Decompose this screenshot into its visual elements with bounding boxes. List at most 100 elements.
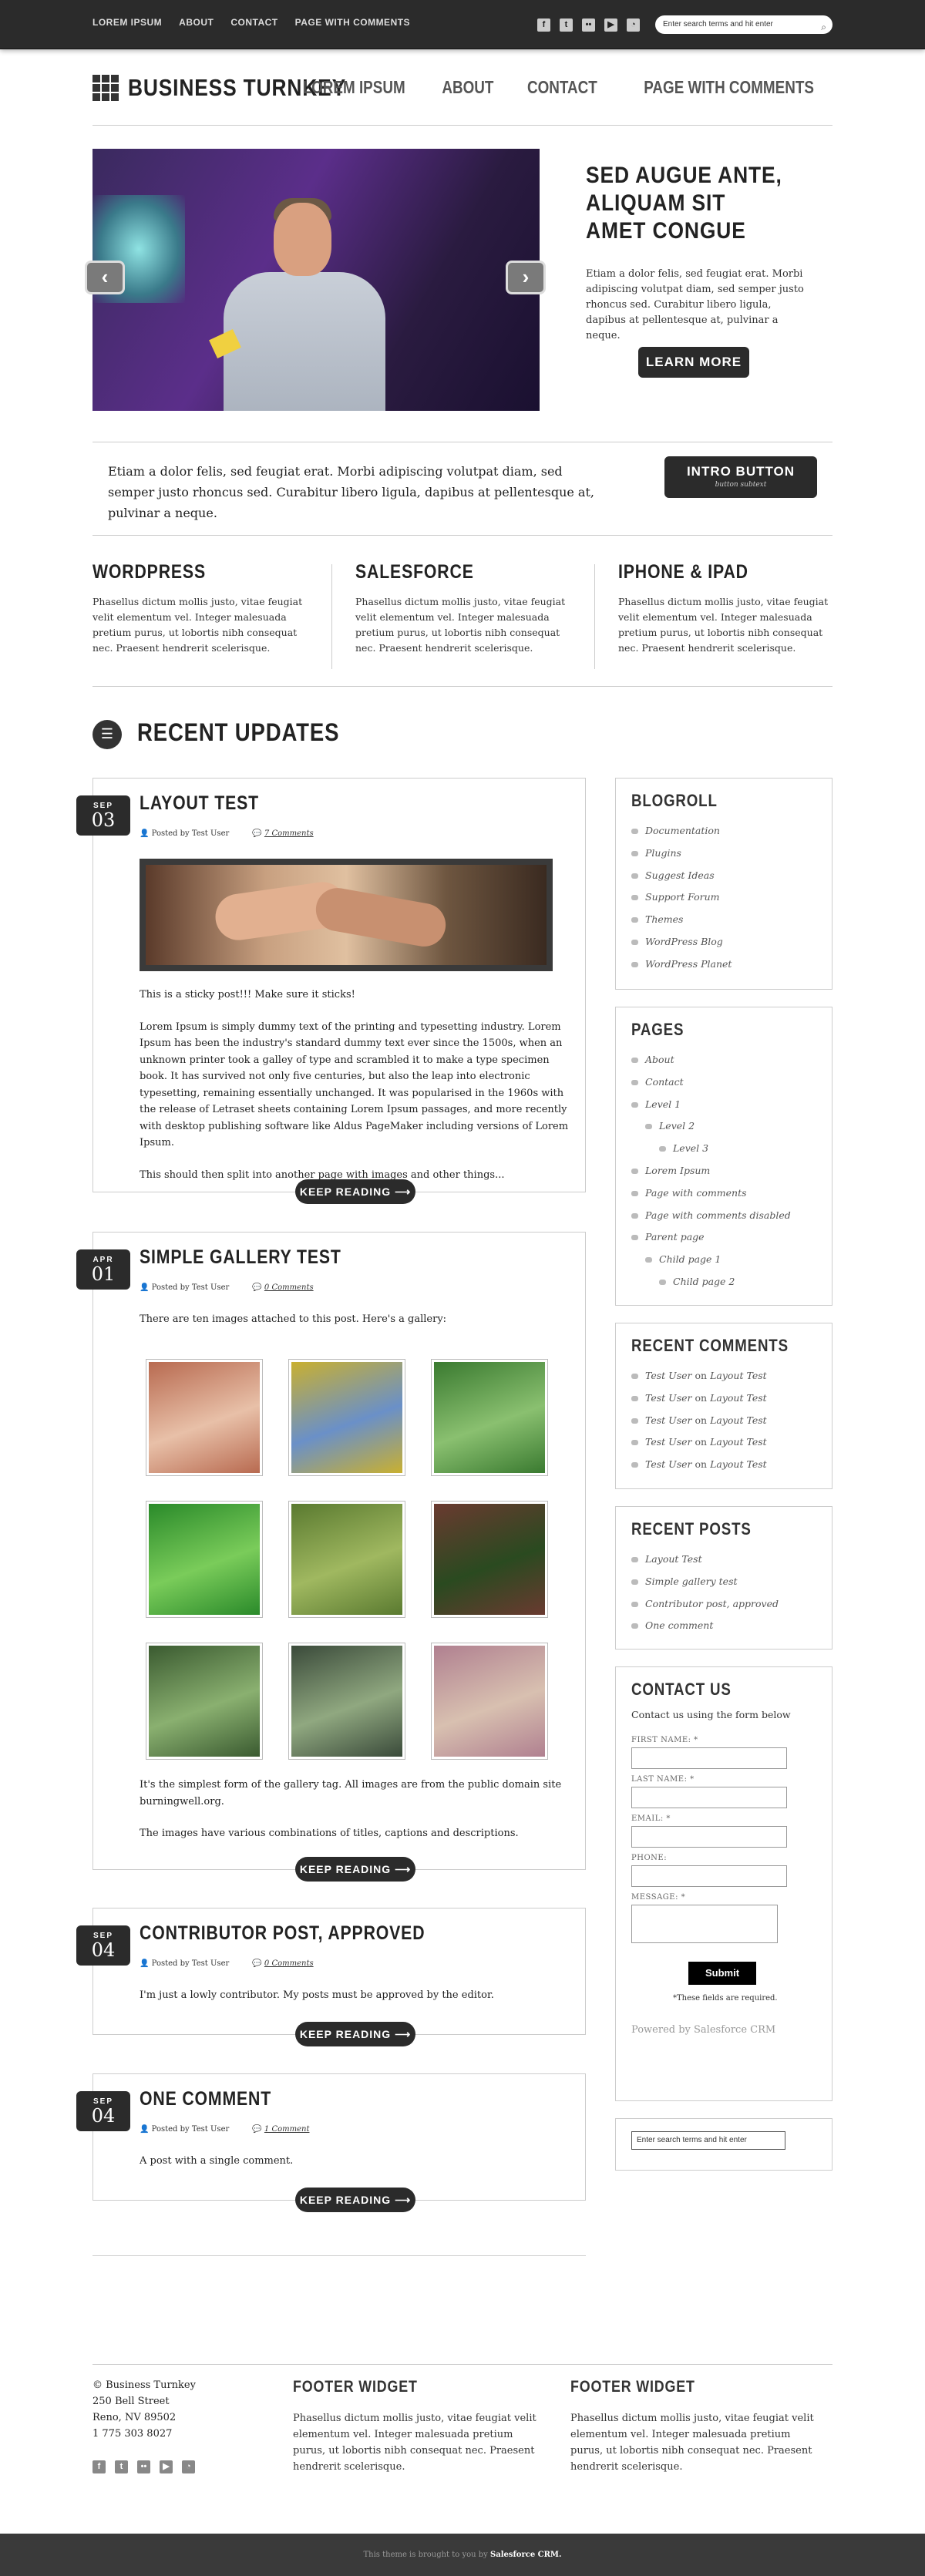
gallery-thumbnail[interactable]	[146, 1643, 263, 1760]
recent-comment-item[interactable]: Test User on Layout Test	[631, 1387, 816, 1410]
page-item[interactable]: Level 3	[659, 1138, 816, 1160]
slider-next-button[interactable]: ›	[506, 261, 546, 294]
main-nav-page-with-comments[interactable]: PAGE WITH COMMENTS	[644, 77, 814, 98]
twitter-icon[interactable]: t	[560, 18, 573, 32]
gallery-thumbnail[interactable]	[288, 1359, 405, 1476]
page-item[interactable]: Child page 1	[645, 1249, 816, 1271]
top-nav: LOREM IPSUM ABOUT CONTACT PAGE WITH COMM…	[92, 17, 410, 28]
document-icon: ☰	[92, 720, 122, 749]
gallery-thumbnail[interactable]	[288, 1501, 405, 1618]
blogroll-item[interactable]: Documentation	[631, 820, 816, 842]
page-item[interactable]: Level 2	[645, 1115, 816, 1138]
gallery-thumbnail[interactable]	[146, 1359, 263, 1476]
blogroll-item[interactable]: Themes	[631, 909, 816, 931]
recent-comment-item[interactable]: Test User on Layout Test	[631, 1365, 816, 1387]
recent-comment-item[interactable]: Test User on Layout Test	[631, 1454, 816, 1476]
post-layout-test: SEP 03 LAYOUT TEST 👤 Posted by Test User…	[76, 778, 586, 1204]
post-date-day: 01	[91, 1263, 116, 1285]
recent-comment-item[interactable]: Test User on Layout Test	[631, 1431, 816, 1454]
post-comments-link[interactable]: 0 Comments	[264, 1959, 314, 1968]
post-paragraph: A post with a single comment.	[140, 2155, 294, 2167]
top-social-icons: f t •• ▶ ◔	[537, 18, 640, 32]
learn-more-button[interactable]: LEARN MORE	[638, 347, 749, 378]
message-field[interactable]	[631, 1905, 778, 1943]
post-comments: 💬 7 Comments	[252, 829, 314, 838]
keep-reading-button[interactable]: KEEP READING ⟶	[295, 2188, 415, 2212]
page-item[interactable]: Child page 2	[659, 1271, 816, 1293]
post-date-day: 04	[91, 2105, 116, 2127]
rss-icon[interactable]: ◔	[182, 2460, 195, 2473]
recent-post-item[interactable]: Contributor post, approved	[631, 1593, 816, 1616]
blogroll-item[interactable]: Suggest Ideas	[631, 865, 816, 887]
top-nav-about[interactable]: ABOUT	[179, 17, 214, 28]
top-nav-contact[interactable]: CONTACT	[230, 17, 278, 28]
twitter-icon[interactable]: t	[115, 2460, 128, 2473]
flickr-icon[interactable]: ••	[137, 2460, 150, 2473]
credit-link[interactable]: Salesforce CRM.	[490, 2551, 562, 2559]
page-item[interactable]: Lorem Ipsum	[631, 1160, 816, 1182]
feature-title: IPHONE & IPAD	[618, 561, 748, 583]
hero-slider-image	[92, 149, 540, 411]
blogroll-item[interactable]: WordPress Blog	[631, 931, 816, 953]
post-title[interactable]: CONTRIBUTOR POST, APPROVED	[140, 1922, 425, 1945]
page-item[interactable]: Page with comments	[631, 1182, 816, 1205]
widget-recent-posts: RECENT POSTS Layout Test Simple gallery t…	[615, 1506, 832, 1650]
gallery-thumbnail[interactable]	[288, 1643, 405, 1760]
rss-icon[interactable]: ◔	[627, 18, 640, 32]
gallery-thumbnail[interactable]	[431, 1359, 548, 1476]
flickr-icon[interactable]: ••	[582, 18, 595, 32]
top-search-input[interactable]: Enter search terms and hit enter ⌕	[655, 15, 832, 34]
widget-title: CONTACT US	[631, 1680, 732, 1699]
slider-prev-button[interactable]: ‹	[85, 261, 125, 294]
page-item[interactable]: About	[631, 1049, 816, 1071]
blogroll-item[interactable]: Support Forum	[631, 886, 816, 909]
recent-post-item[interactable]: Simple gallery test	[631, 1571, 816, 1593]
logo-grid-icon	[92, 75, 119, 101]
recent-post-item[interactable]: Layout Test	[631, 1549, 816, 1571]
post-comments-link[interactable]: 7 Comments	[264, 829, 314, 838]
facebook-icon[interactable]: f	[537, 18, 550, 32]
recent-comment-item[interactable]: Test User on Layout Test	[631, 1410, 816, 1432]
submit-button[interactable]: Submit	[688, 1962, 756, 1985]
keep-reading-button[interactable]: KEEP READING ⟶	[295, 1857, 415, 1882]
search-icon[interactable]: ⌕	[821, 18, 826, 36]
footer-widget-1: FOOTER WIDGET Phasellus dictum mollis ju…	[293, 2378, 547, 2475]
main-nav: LOREM IPSUM ABOUT CONTACT PAGE WITH COMM…	[291, 77, 832, 98]
recent-post-item[interactable]: One comment	[631, 1615, 816, 1637]
gallery-thumbnail[interactable]	[146, 1501, 263, 1618]
main-nav-lorem-ipsum[interactable]: LOREM IPSUM	[303, 77, 405, 98]
main-nav-contact[interactable]: CONTACT	[527, 77, 597, 98]
page-item[interactable]: Page with comments disabled	[631, 1205, 816, 1227]
sidebar-search-input[interactable]: Enter search terms and hit enter	[631, 2131, 785, 2150]
footer-street: 250 Bell Street	[92, 2396, 170, 2407]
youtube-icon[interactable]: ▶	[604, 18, 617, 32]
page-item[interactable]: Level 1	[631, 1094, 816, 1116]
top-bar: LOREM IPSUM ABOUT CONTACT PAGE WITH COMM…	[0, 0, 925, 49]
post-title[interactable]: ONE COMMENT	[140, 2088, 271, 2110]
intro-button[interactable]: INTRO BUTTON button subtext	[664, 456, 817, 498]
gallery-thumbnail[interactable]	[431, 1643, 548, 1760]
keep-reading-button[interactable]: KEEP READING ⟶	[295, 1179, 415, 1204]
first-name-field[interactable]	[631, 1747, 787, 1769]
widget-recent-comments: RECENT COMMENTS Test User on Layout Test Te…	[615, 1323, 832, 1489]
feature-divider	[594, 564, 595, 669]
powered-by-link[interactable]: Powered by Salesforce CRM	[631, 2024, 816, 2036]
main-nav-about[interactable]: ABOUT	[442, 77, 494, 98]
gallery-thumbnail[interactable]	[431, 1501, 548, 1618]
last-name-field[interactable]	[631, 1787, 787, 1808]
keep-reading-button[interactable]: KEEP READING ⟶	[295, 2022, 415, 2046]
top-nav-page-with-comments[interactable]: PAGE WITH COMMENTS	[295, 17, 410, 28]
phone-field[interactable]	[631, 1865, 787, 1887]
page-item[interactable]: Parent page	[631, 1226, 816, 1249]
post-title[interactable]: LAYOUT TEST	[140, 792, 259, 815]
page-item[interactable]: Contact	[631, 1071, 816, 1094]
post-comments-link[interactable]: 1 Comment	[264, 2125, 310, 2134]
post-title[interactable]: SIMPLE GALLERY TEST	[140, 1246, 341, 1269]
email-field[interactable]	[631, 1826, 787, 1848]
post-comments-link[interactable]: 0 Comments	[264, 1283, 314, 1292]
top-nav-lorem-ipsum[interactable]: LOREM IPSUM	[92, 17, 162, 28]
blogroll-item[interactable]: Plugins	[631, 842, 816, 865]
facebook-icon[interactable]: f	[92, 2460, 106, 2473]
blogroll-item[interactable]: WordPress Planet	[631, 953, 816, 976]
youtube-icon[interactable]: ▶	[160, 2460, 173, 2473]
